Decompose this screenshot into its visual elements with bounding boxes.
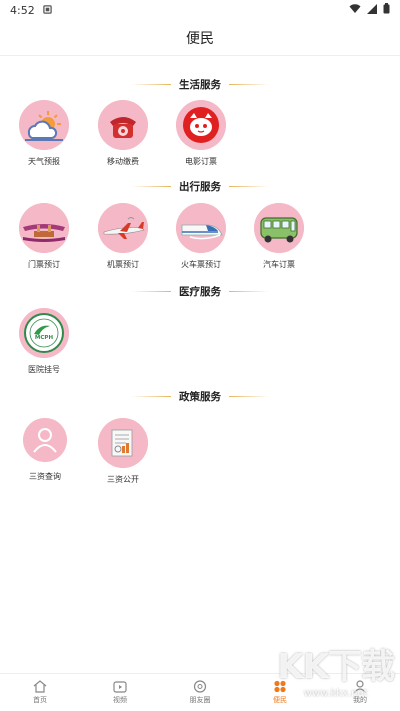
status-bar: 4:52 [0,0,400,20]
section-policy-services: 政策服务 三资查询 三资公开 [0,388,400,498]
weather-icon [19,100,69,150]
section-medical-services: 医疗服务 MCPH 医院挂号 [0,283,400,388]
divider-line [229,83,269,85]
video-icon [113,680,127,695]
service-label: 火车票预订 [181,260,221,269]
section-travel-services: 出行服务 门票预订 机票预订 火车票预订 汽车订票 [0,178,400,283]
divider-line [131,290,171,292]
service-assets-disclosure[interactable]: 三资公开 [88,418,158,485]
service-label: 门票预订 [28,260,60,269]
service-bus-booking[interactable]: 汽车订票 [244,203,314,270]
tab-video[interactable]: 视频 [80,674,160,711]
watermark-url: www.kkx.net [303,688,368,699]
page-title: 便民 [186,30,214,47]
service-label: 三资公开 [107,475,139,484]
wifi-icon [349,3,361,17]
section-title-text: 生活服务 [179,78,221,91]
hospital-logo-icon: MCPH [19,308,69,358]
tab-label: 朋友圈 [189,696,211,704]
service-label: 三资查询 [29,472,61,481]
service-label: 汽车订票 [263,260,295,269]
tab-label: 视频 [113,696,127,704]
battery-icon [383,3,390,17]
status-time: 4:52 [10,3,35,17]
service-label: 天气预报 [28,157,60,166]
moments-icon [193,680,207,695]
divider-line [131,83,171,85]
airplane-icon [98,203,148,253]
gate-icon [19,203,69,253]
document-icon [98,418,148,468]
train-icon [176,203,226,253]
service-label: 移动缴费 [107,157,139,166]
divider-line [229,290,269,292]
cat-logo-icon [176,100,226,150]
section-title-text: 政策服务 [179,390,221,403]
person-icon [23,418,67,462]
watermark: KK下载 www.kkx.net [277,639,395,699]
divider-line [229,395,269,397]
section-title-text: 出行服务 [179,180,221,193]
section-title-text: 医疗服务 [179,285,221,298]
tab-label: 首页 [33,696,47,704]
service-ticket-booking[interactable]: 门票预订 [9,203,79,270]
service-label: 机票预订 [107,260,139,269]
service-weather[interactable]: 天气预报 [9,100,79,167]
watermark-text: KK下载 [277,647,395,687]
tab-moments[interactable]: 朋友圈 [160,674,240,711]
notification-icon [42,4,52,17]
service-mobile-payment[interactable]: 移动缴费 [88,100,158,167]
section-title: 政策服务 [0,388,400,404]
service-hospital-registration[interactable]: MCPH 医院挂号 [9,308,79,375]
divider-line [229,185,269,187]
tab-home[interactable]: 首页 [0,674,80,711]
service-movie-tickets[interactable]: 电影订票 [166,100,236,167]
app-header: 便民 [0,20,400,56]
service-train-booking[interactable]: 火车票预订 [166,203,236,270]
service-assets-query[interactable]: 三资查询 [10,418,80,482]
section-title: 生活服务 [0,76,400,92]
service-label: 电影订票 [185,157,217,166]
bus-icon [254,203,304,253]
service-flight-booking[interactable]: 机票预订 [88,203,158,270]
svg-text:MCPH: MCPH [35,335,54,341]
service-label: 医院挂号 [28,365,60,374]
telephone-icon [98,100,148,150]
section-title: 出行服务 [0,178,400,194]
section-title: 医疗服务 [0,283,400,299]
signal-icon [367,3,377,17]
divider-line [131,395,171,397]
home-icon [33,680,47,695]
divider-line [131,185,171,187]
section-life-services: 生活服务 天气预报 移动缴费 电影订票 [0,76,400,180]
